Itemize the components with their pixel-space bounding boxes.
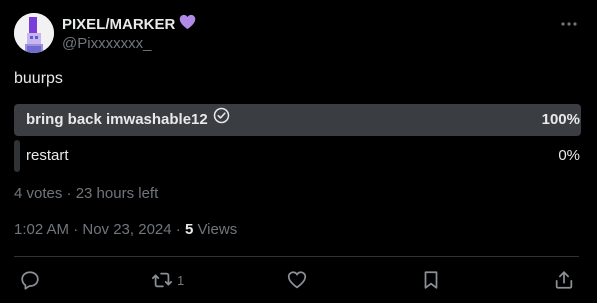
avatar[interactable] [14,13,54,53]
more-options-button[interactable] [559,16,579,32]
poll-meta: 4 votes · 23 hours left [14,185,159,202]
like-button[interactable] [286,268,312,292]
poll-option-2-percent: 0% [558,147,580,164]
poll-option-1-label: bring back imwashable12 [26,111,208,128]
poll-option-2-label: restart [26,147,69,164]
heart-outline-icon [287,271,307,289]
poll-option-1[interactable]: bring back imwashable12 100% [14,104,581,136]
check-circle-icon [213,104,230,136]
display-name-text: PIXEL/MARKER [62,15,176,33]
author-handle[interactable]: @Pixxxxxxx_ [62,35,151,52]
purple-heart-icon [179,14,196,34]
share-button[interactable] [553,268,575,292]
reply-icon [21,271,39,290]
poll-option-1-label-row: bring back imwashable12 [26,104,230,136]
more-horizontal-icon [561,22,577,26]
bookmark-button[interactable] [420,268,446,292]
author-name[interactable]: PIXEL/MARKER [62,14,196,34]
retweet-icon [151,272,173,288]
views-label: Views [193,221,238,238]
reply-button[interactable] [19,268,45,292]
divider [14,256,579,257]
share-icon [555,271,573,289]
timestamp-line: 1:02 AM · Nov 23, 2024 · 5 Views [14,221,237,238]
bookmark-icon [424,271,438,289]
retweet-button[interactable]: 1 [151,268,184,292]
timestamp[interactable]: 1:02 AM · Nov 23, 2024 · [14,221,185,238]
poll-option-2-bar [14,140,20,172]
poll-option-1-percent: 100% [541,111,580,128]
tweet-text: buurps [14,70,63,87]
poll-option-2-label-row: restart [26,140,69,172]
poll-option-2[interactable]: restart 0% [14,140,581,172]
avatar-image [14,13,54,53]
retweet-count: 1 [177,272,185,288]
